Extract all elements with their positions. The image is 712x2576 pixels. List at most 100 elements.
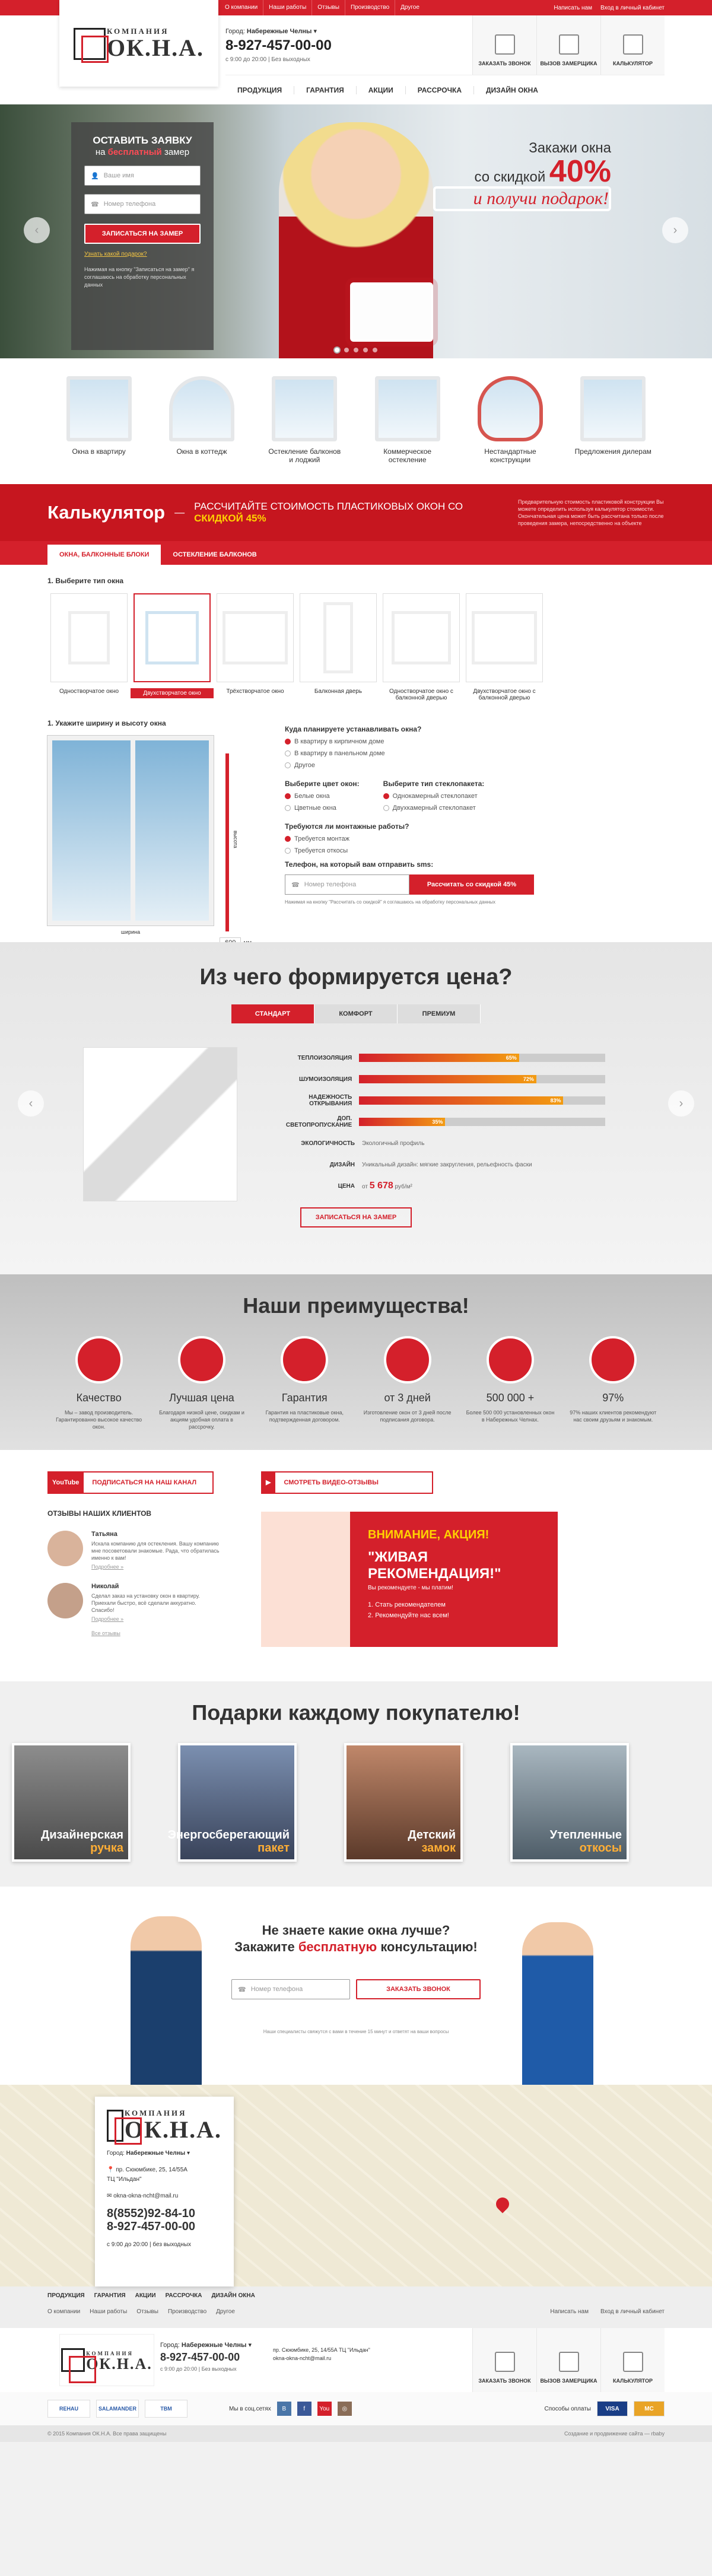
vk-icon[interactable]: В	[276, 2402, 291, 2416]
type-dealers[interactable]: Предложения дилерам	[574, 376, 651, 464]
developer-link[interactable]: Создание и продвижение сайта — rbaby	[564, 2431, 665, 2437]
order-call-button[interactable]: ЗАКАЗАТЬ ЗВОНОК	[472, 15, 536, 75]
map[interactable]: КОМПАНИЯ ОК.Н.А. Город: Набережные Челны …	[0, 2085, 712, 2286]
tab-windows[interactable]: ОКНА, БАЛКОННЫЕ БЛОКИ	[47, 545, 161, 565]
height-slider[interactable]	[225, 753, 229, 931]
price-next-icon[interactable]: ›	[668, 1090, 694, 1117]
footer-link[interactable]: Производство	[168, 2308, 206, 2315]
where-panel-radio[interactable]: В квартиру в панельном доме	[285, 750, 665, 757]
top-link-reviews[interactable]: Отзывы	[312, 0, 345, 15]
wtype-double[interactable]: Двухстворчатое окно	[131, 593, 214, 701]
nav-guarantee[interactable]: ГАРАНТИЯ	[294, 85, 356, 94]
type-commercial[interactable]: Коммерческое остекление	[369, 376, 446, 464]
footer-nav-item[interactable]: ДИЗАЙН ОКНА	[212, 2292, 255, 2299]
wtype-single[interactable]: Одностворчатое окно	[47, 593, 131, 701]
calc-consent[interactable]: Нажимая на кнопку "Рассчитать со скидкой…	[285, 899, 665, 905]
write-us-link[interactable]: Написать нам	[554, 5, 592, 11]
map-pin-icon[interactable]	[493, 2195, 512, 2214]
instagram-icon[interactable]: ◎	[337, 2402, 352, 2416]
tab-premium[interactable]: ПРЕМИУМ	[398, 1004, 481, 1023]
gift-lock[interactable]: Детский замок	[344, 1743, 463, 1862]
partner-tbm[interactable]: TBM	[145, 2400, 187, 2418]
top-link-about[interactable]: О компании	[220, 0, 263, 15]
slider-dot[interactable]	[335, 348, 339, 352]
slider-dot[interactable]	[373, 348, 377, 352]
name-input[interactable]: 👤 Ваше имя	[84, 166, 201, 186]
youtube-icon[interactable]: You	[317, 2402, 332, 2416]
slopes-radio[interactable]: Требуется откосы	[285, 847, 665, 854]
logo[interactable]: КОМПАНИЯ ОК.Н.А.	[59, 0, 218, 87]
slider-prev-icon[interactable]: ‹	[24, 217, 50, 243]
map-email[interactable]: okna-okna-ncht@mail.ru	[113, 2193, 178, 2199]
where-other-radio[interactable]: Другое	[285, 762, 665, 769]
youtube-reviews-button[interactable]: ▶ СМОТРЕТЬ ВИДЕО-ОТЗЫВЫ	[261, 1471, 433, 1494]
footer-link[interactable]: Другое	[216, 2308, 235, 2315]
facebook-icon[interactable]: f	[297, 2402, 312, 2416]
type-custom[interactable]: Нестандартные конструкции	[472, 376, 549, 464]
wtype-single-door[interactable]: Одностворчатое окно с балконной дверью	[380, 593, 463, 701]
footer-link[interactable]: Отзывы	[136, 2308, 158, 2315]
price-prev-icon[interactable]: ‹	[18, 1090, 44, 1117]
gift-package[interactable]: Энергосберегающий пакет	[168, 1743, 297, 1862]
slider-next-icon[interactable]: ›	[662, 217, 688, 243]
tab-standard[interactable]: СТАНДАРТ	[231, 1004, 314, 1023]
measurer-button[interactable]: ВЫЗОВ ЗАМЕРЩИКА	[536, 15, 600, 75]
tab-balconies[interactable]: ОСТЕКЛЕНИЕ БАЛКОНОВ	[161, 545, 268, 565]
footer-phone[interactable]: 8-927-457-00-00	[160, 2351, 252, 2364]
partner-salamander[interactable]: SALAMANDER	[96, 2400, 139, 2418]
partner-rehau[interactable]: REHAU	[47, 2400, 90, 2418]
map-city[interactable]: Набережные Челны	[126, 2150, 186, 2157]
where-brick-radio[interactable]: В квартиру в кирпичном доме	[285, 738, 665, 745]
footer-link[interactable]: О компании	[47, 2308, 80, 2315]
map-phone1[interactable]: 8(8552)92-84-10	[107, 2207, 222, 2220]
nav-design[interactable]: ДИЗАЙН ОКНА	[473, 85, 550, 94]
header-phone[interactable]: 8-927-457-00-00	[225, 37, 332, 54]
gift-link[interactable]: Узнать какой подарок?	[84, 251, 201, 257]
slider-dot[interactable]	[344, 348, 349, 352]
all-reviews-link[interactable]: Все отзывы	[91, 1630, 220, 1636]
footer-nav-item[interactable]: РАССРОЧКА	[166, 2292, 202, 2299]
footer-city[interactable]: Набережные Челны	[182, 2342, 247, 2349]
wtype-triple[interactable]: Трёхстворчатое окно	[214, 593, 297, 701]
gift-slopes[interactable]: Утепленные откосы	[510, 1743, 629, 1862]
footer-cabinet-link[interactable]: Вход в личный кабинет	[600, 2308, 665, 2315]
city-select[interactable]: Набережные Челны	[247, 28, 312, 35]
glass-double-radio[interactable]: Двухкамерный стеклопакет	[383, 804, 485, 812]
cabinet-link[interactable]: Вход в личный кабинет	[600, 5, 665, 11]
footer-calculator-button[interactable]: КАЛЬКУЛЯТОР	[600, 2328, 665, 2392]
type-apartment[interactable]: Окна в квартиру	[61, 376, 138, 464]
review-more-link[interactable]: Подробнее »	[91, 1564, 220, 1570]
footer-email[interactable]: okna-okna-ncht@mail.ru	[273, 2354, 370, 2362]
footer-measurer-button[interactable]: ВЫЗОВ ЗАМЕРЩИКА	[536, 2328, 600, 2392]
type-cottage[interactable]: Окна в коттедж	[163, 376, 240, 464]
footer-logo[interactable]: КОМПАНИЯ ОК.Н.А.	[59, 2334, 154, 2386]
gift-handle[interactable]: Дизайнерская ручка	[12, 1743, 131, 1862]
color-colored-radio[interactable]: Цветные окна	[285, 804, 360, 812]
footer-write-link[interactable]: Написать нам	[550, 2308, 589, 2315]
consult-phone-input[interactable]: ☎ Номер телефона	[231, 1979, 350, 1999]
nav-promo[interactable]: АКЦИИ	[355, 85, 405, 94]
consult-call-button[interactable]: ЗАКАЗАТЬ ЗВОНОК	[356, 1979, 481, 1999]
youtube-subscribe-button[interactable]: YouTube ПОДПИСАТЬСЯ НА НАШ КАНАЛ	[47, 1471, 214, 1494]
phone-input[interactable]: ☎ Номер телефона	[84, 194, 201, 214]
top-link-works[interactable]: Наши работы	[263, 0, 312, 15]
promo-banner[interactable]: ВНИМАНИЕ, АКЦИЯ! "ЖИВАЯ РЕКОМЕНДАЦИЯ!" В…	[261, 1512, 558, 1647]
calc-phone-input[interactable]: ☎ Номер телефона	[285, 874, 409, 895]
submit-measure-button[interactable]: ЗАПИСАТЬСЯ НА ЗАМЕР	[84, 224, 201, 244]
tab-comfort[interactable]: КОМФОРТ	[314, 1004, 398, 1023]
slider-dot[interactable]	[354, 348, 358, 352]
map-phone2[interactable]: 8-927-457-00-00	[107, 2220, 222, 2233]
top-link-other[interactable]: Другое	[395, 0, 425, 15]
footer-link[interactable]: Наши работы	[90, 2308, 127, 2315]
color-white-radio[interactable]: Белые окна	[285, 793, 360, 800]
review-more-link[interactable]: Подробнее »	[91, 1616, 220, 1622]
slider-dot[interactable]	[363, 348, 368, 352]
wtype-double-door[interactable]: Двухстворчатое окно с балконной дверью	[463, 593, 546, 701]
footer-nav-item[interactable]: ПРОДУКЦИЯ	[47, 2292, 85, 2299]
nav-products[interactable]: ПРОДУКЦИЯ	[225, 86, 294, 94]
wtype-balcony-door[interactable]: Балконная дверь	[297, 593, 380, 701]
calculator-button[interactable]: КАЛЬКУЛЯТОР	[600, 15, 665, 75]
calc-submit-button[interactable]: Рассчитать со скидкой 45%	[409, 874, 534, 895]
mount-radio[interactable]: Требуется монтаж	[285, 835, 665, 842]
glass-single-radio[interactable]: Однокамерный стеклопакет	[383, 793, 485, 800]
